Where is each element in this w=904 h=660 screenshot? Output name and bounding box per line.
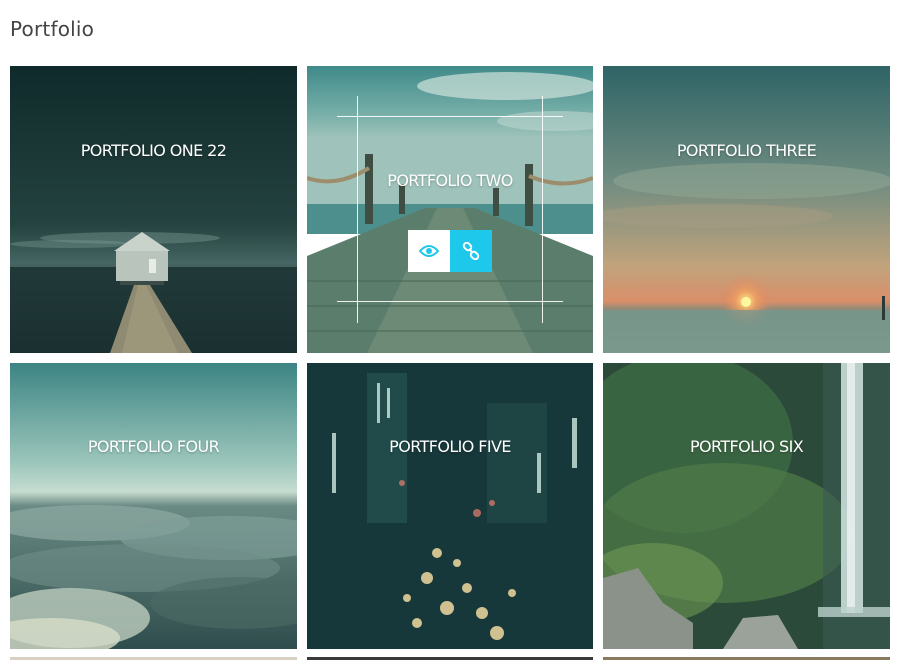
- hover-frame-right: [542, 96, 543, 323]
- link-icon: [462, 242, 480, 260]
- portfolio-item-title: PORTFOLIO FOUR: [87, 437, 220, 456]
- portfolio-item-title: PORTFOLIO THREE: [676, 141, 817, 160]
- hover-frame-top: [337, 116, 563, 117]
- portfolio-item-image: [307, 66, 593, 353]
- portfolio-item-title: PORTFOLIO FIVE: [389, 437, 511, 456]
- portfolio-item-title: PORTFOLIO TWO: [387, 171, 513, 190]
- portfolio-item-six[interactable]: PORTFOLIO SIX: [603, 363, 890, 649]
- hover-frame-bottom: [337, 301, 563, 302]
- portfolio-item-one[interactable]: PORTFOLIO ONE 22: [10, 66, 297, 353]
- portfolio-item-image: [603, 66, 890, 353]
- portfolio-item-image: [603, 363, 890, 649]
- portfolio-grid: PORTFOLIO ONE 22 PORTFOLIO TWO PORTFOLIO…: [0, 0, 904, 660]
- portfolio-item-two[interactable]: PORTFOLIO TWO: [307, 66, 593, 353]
- portfolio-item-title: PORTFOLIO ONE 22: [80, 141, 227, 160]
- link-button[interactable]: [450, 230, 492, 272]
- portfolio-item-title: PORTFOLIO SIX: [689, 437, 804, 456]
- portfolio-item-five[interactable]: PORTFOLIO FIVE: [307, 363, 593, 649]
- portfolio-item-image: [307, 363, 593, 649]
- portfolio-item-image: [10, 363, 297, 649]
- portfolio-item-four[interactable]: PORTFOLIO FOUR: [10, 363, 297, 649]
- view-button[interactable]: [408, 230, 450, 272]
- eye-icon: [419, 245, 439, 257]
- hover-frame-left: [357, 96, 358, 323]
- portfolio-item-image: [10, 66, 297, 353]
- portfolio-item-three[interactable]: PORTFOLIO THREE: [603, 66, 890, 353]
